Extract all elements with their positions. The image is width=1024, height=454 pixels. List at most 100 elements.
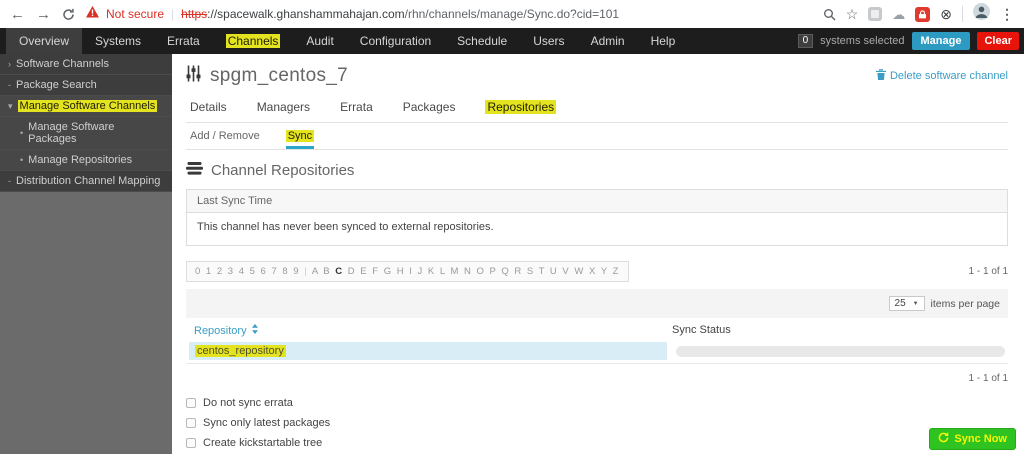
repository-column-label: Repository (194, 325, 247, 337)
url-scheme: https (181, 7, 207, 21)
sync-status-bar (676, 346, 1005, 357)
sidebar-item-distribution-channel-mapping[interactable]: - Distribution Channel Mapping (0, 171, 172, 192)
nav-label: Admin (591, 34, 625, 48)
sidebar-item-label: Package Search (16, 79, 97, 91)
tab-errata[interactable]: Errata (340, 100, 373, 114)
section-header: Channel Repositories (186, 162, 1008, 179)
nav-label: Overview (19, 34, 69, 48)
last-sync-panel-body: This channel has never been synced to ex… (187, 213, 1007, 245)
browser-menu-icon[interactable]: ⋮ (1000, 7, 1014, 21)
sidebar-item-package-search[interactable]: - Package Search (0, 75, 172, 96)
nav-item-help[interactable]: Help (638, 28, 689, 54)
repositories-subtabs: Add / Remove Sync (186, 123, 1008, 150)
table-row: centos_repository (186, 342, 1008, 363)
nav-label: Systems (95, 34, 141, 48)
items-per-page-label: items per page (931, 298, 1000, 310)
cloud-extension-icon[interactable]: ☁ (892, 8, 905, 21)
delete-software-channel-link[interactable]: Delete software channel (876, 69, 1008, 83)
filter-row: 0 1 2 3 4 5 6 7 8 9 | A B C D E F G H I … (186, 261, 1008, 282)
table-header-row: Repository Sync Status (186, 318, 1008, 342)
repository-cell: centos_repository (189, 342, 667, 360)
sync-now-label: Sync Now (954, 433, 1007, 445)
nav-item-configuration[interactable]: Configuration (347, 28, 444, 54)
nav-item-users[interactable]: Users (520, 28, 577, 54)
checkbox-do-not-sync-errata[interactable] (186, 398, 196, 408)
blocker-extension-icon[interactable]: ⊗ (940, 7, 952, 21)
search-icon[interactable] (823, 8, 836, 21)
clear-button[interactable]: Clear (977, 32, 1019, 50)
option-row: Do not sync errata (186, 397, 1008, 409)
column-header-repository[interactable]: Repository (194, 324, 672, 337)
sidebar-item-label: Distribution Channel Mapping (16, 175, 160, 187)
sync-options: Do not sync errata Sync only latest pack… (186, 397, 1008, 454)
nav-item-audit[interactable]: Audit (293, 28, 346, 54)
option-row: Create kickstartable tree (186, 437, 1008, 449)
checkbox-label: Create kickstartable tree (203, 437, 322, 449)
last-sync-panel: Last Sync Time This channel has never be… (186, 189, 1008, 246)
pdf-extension-icon[interactable] (868, 7, 882, 21)
browser-actions: ☆ ☁ ⊗ ⋮ (823, 3, 1014, 25)
main-content: spgm_centos_7 Delete software channel (172, 54, 1024, 454)
page-size-select[interactable]: 25 ▼ (889, 296, 925, 311)
tab-details[interactable]: Details (190, 100, 227, 114)
bookmark-star-icon[interactable]: ☆ (846, 7, 859, 21)
sidebar-item-manage-software-packages[interactable]: • Manage Software Packages (0, 117, 172, 150)
back-icon[interactable]: ← (10, 7, 25, 22)
sidebar-item-manage-repositories[interactable]: • Manage Repositories (0, 150, 172, 171)
tab-managers[interactable]: Managers (257, 100, 310, 114)
page-header: spgm_centos_7 Delete software channel (186, 65, 1008, 87)
repository-link[interactable]: centos_repository (195, 345, 286, 357)
repositories-table: 25 ▼ items per page Repository (186, 289, 1008, 364)
systems-selected-label: systems selected (820, 35, 904, 47)
sync-status-cell (667, 342, 1005, 360)
nav-item-channels[interactable]: Channels (213, 28, 294, 54)
nav-label: Schedule (457, 34, 507, 48)
channel-sliders-icon (186, 65, 201, 87)
section-title: Channel Repositories (211, 162, 354, 179)
nav-item-systems[interactable]: Systems (82, 28, 154, 54)
nav-item-errata[interactable]: Errata (154, 28, 213, 54)
not-secure-label: Not secure (106, 7, 164, 21)
nav-item-admin[interactable]: Admin (578, 28, 638, 54)
sync-now-button[interactable]: Sync Now (929, 428, 1016, 450)
delete-link-label: Delete software channel (890, 70, 1008, 82)
lock-extension-icon[interactable] (915, 7, 930, 22)
address-bar[interactable]: Not secure | https://spacewalk.ghanshamm… (86, 5, 812, 23)
alphabet-letters[interactable]: A B (312, 266, 331, 277)
channel-stack-icon (186, 162, 203, 179)
sidebar-item-manage-software-channels[interactable]: ▾ Manage Software Channels (0, 96, 172, 117)
forward-icon[interactable]: → (36, 7, 51, 22)
pagination-top: 1 - 1 of 1 (969, 266, 1008, 277)
nav-label-active: Channels (226, 34, 281, 48)
nav-label: Configuration (360, 34, 431, 48)
dash-icon: - (8, 80, 11, 90)
page-size-value: 25 (895, 298, 906, 309)
refresh-icon (938, 432, 949, 446)
last-sync-panel-header: Last Sync Time (187, 190, 1007, 213)
content-row: › Software Channels - Package Search ▾ M… (0, 54, 1024, 454)
subtab-add-remove[interactable]: Add / Remove (190, 130, 260, 149)
sidebar-item-software-channels[interactable]: › Software Channels (0, 54, 172, 75)
reload-icon[interactable] (62, 8, 75, 21)
nav-label: Help (651, 34, 676, 48)
tab-repositories[interactable]: Repositories (485, 100, 556, 114)
sidebar-item-label: Manage Repositories (28, 154, 132, 166)
manage-button[interactable]: Manage (912, 32, 971, 50)
avatar[interactable] (973, 3, 990, 25)
alphabet-digits[interactable]: 0 1 2 3 4 5 6 7 8 9 (195, 266, 300, 277)
subtab-sync[interactable]: Sync (286, 130, 314, 149)
alphabet-letter-active[interactable]: C (335, 266, 343, 277)
nav-item-overview[interactable]: Overview (6, 28, 82, 54)
checkbox-label: Sync only latest packages (203, 417, 330, 429)
alphabet-separator: | (304, 266, 308, 277)
alphabet-filter[interactable]: 0 1 2 3 4 5 6 7 8 9 | A B C D E F G H I … (186, 261, 629, 282)
alphabet-letters[interactable]: D E F G H I J K L M N O P Q R S T U V W … (348, 266, 620, 277)
nav-item-schedule[interactable]: Schedule (444, 28, 520, 54)
chevron-down-icon: ▼ (913, 301, 919, 307)
sidebar-filler (0, 192, 172, 454)
subtab-sync-label: Sync (286, 130, 314, 142)
checkbox-sync-only-latest-packages[interactable] (186, 418, 196, 428)
page-title: spgm_centos_7 (210, 65, 348, 87)
tab-packages[interactable]: Packages (403, 100, 456, 114)
checkbox-create-kickstartable-tree[interactable] (186, 438, 196, 448)
